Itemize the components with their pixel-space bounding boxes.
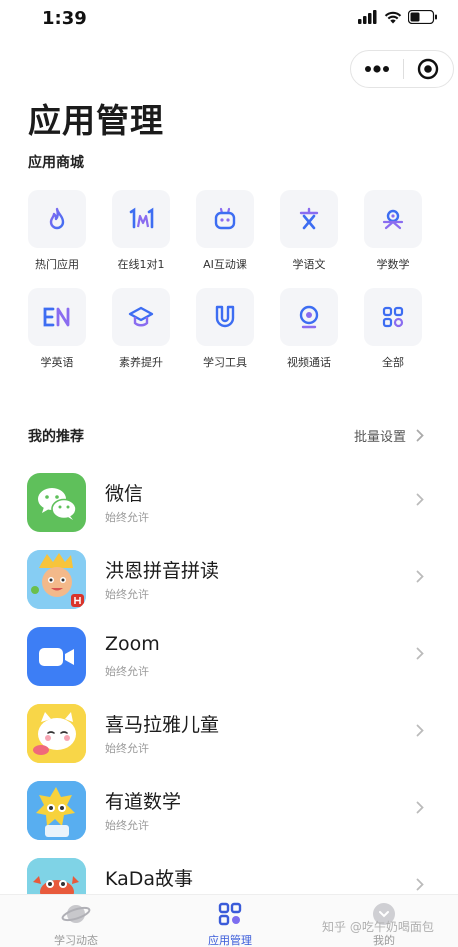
magnet-icon [215,305,235,328]
more-button[interactable] [351,51,403,87]
store-tile [364,190,422,248]
store-tile [196,288,254,346]
robot-icon [214,207,236,230]
app-name: KaDa故事 [105,868,194,890]
app-name: 喜马拉雅儿童 [105,714,220,736]
zoom-icon [27,627,86,686]
store-tile [28,288,86,346]
exit-button[interactable] [403,51,453,87]
app-status: 始终允许 [105,665,149,678]
hongen-pinyin-icon [27,550,86,609]
chevron-right-icon [416,493,424,506]
app-name: 有道数学 [105,791,182,813]
graduation-cap-icon [128,306,154,327]
store-tile [112,288,170,346]
chevron-right-icon [416,570,424,583]
flame-icon [49,207,65,230]
app-row-wechat[interactable]: 微信 始终允许 [0,473,458,543]
chevron-right-icon [416,801,424,814]
store-tile [280,190,338,248]
store-item-label: 学习工具 [203,356,247,369]
store-section-title: 应用商城 [28,155,84,171]
store-item-one-on-one[interactable]: 在线1对1 [110,190,172,272]
math-icon [382,209,404,230]
page-title: 应用管理 [28,101,164,140]
chevron-right-icon [416,647,424,660]
character-icon [299,207,319,230]
store-item-label: 学语文 [292,258,326,271]
tab-learning-feed[interactable]: 学习动态 [26,901,126,947]
store-item-label: 视频通话 [287,356,331,369]
watermark: 知乎 @吃午奶喝面包 [322,920,434,934]
app-name: 洪恩拼音拼读 [105,560,220,582]
chevron-right-icon [416,878,424,891]
store-item-video-call[interactable]: 视频通话 [278,288,340,370]
store-tile [364,288,422,346]
english-icon [43,307,70,327]
store-item-math[interactable]: 学数学 [362,190,424,272]
store-tile [28,190,86,248]
app-name: Zoom [105,633,160,655]
app-row-ximalaya-kids[interactable]: 喜马拉雅儿童 始终允许 [0,704,458,774]
miniprogram-capsule [350,50,454,88]
tab-label: 学习动态 [54,934,98,947]
chevron-right-icon [416,724,424,737]
batch-settings-button[interactable]: 批量设置 [354,426,424,445]
store-item-label: 学英语 [40,356,74,369]
signal-icon [358,10,377,24]
store-tile [280,288,338,346]
youdao-math-icon [27,781,86,840]
store-item-label: 热门应用 [35,258,79,271]
store-item-literacy[interactable]: 素养提升 [110,288,172,370]
ximalaya-kids-icon [27,704,86,763]
recommend-section-title: 我的推荐 [28,429,84,445]
target-circle-icon [418,58,439,80]
status-icons [358,10,438,24]
status-time: 1:39 [42,8,87,29]
one-on-one-icon [129,207,154,229]
apps-grid-icon [218,902,242,926]
app-status: 始终允许 [105,742,149,755]
app-name: 微信 [105,483,144,505]
wechat-icon [27,473,86,532]
more-dots-icon [364,65,389,73]
battery-icon [408,10,437,24]
store-item-all[interactable]: 全部 [362,288,424,370]
planet-icon [61,905,91,923]
app-status: 始终允许 [105,588,149,601]
status-bar: 1:39 [0,0,458,40]
app-row-youdao-math[interactable]: 有道数学 始终允许 [0,781,458,851]
store-item-label: 在线1对1 [117,258,165,271]
store-item-ai-class[interactable]: AI互动课 [194,190,256,272]
store-item-chinese[interactable]: 学语文 [278,190,340,272]
tab-label: 应用管理 [208,934,252,947]
app-status: 始终允许 [105,819,149,832]
webcam-icon [299,305,319,329]
batch-settings-label: 批量设置 [353,430,406,445]
app-row-zoom[interactable]: Zoom 始终允许 [0,627,458,697]
store-item-tools[interactable]: 学习工具 [194,288,256,370]
tab-app-management[interactable]: 应用管理 [180,901,280,947]
store-tile [196,190,254,248]
app-status: 始终允许 [105,511,149,524]
store-item-label: 学数学 [376,258,410,271]
store-item-english[interactable]: 学英语 [26,288,88,370]
app-row-hongen-pinyin[interactable]: 洪恩拼音拼读 始终允许 [0,550,458,620]
wifi-icon [384,11,402,24]
chevron-right-icon [416,429,424,442]
all-apps-icon [382,306,404,328]
store-item-label: 全部 [382,356,404,369]
store-item-hot[interactable]: 热门应用 [26,190,88,272]
store-item-label: AI互动课 [203,258,247,271]
store-tile [112,190,170,248]
store-item-label: 素养提升 [119,356,163,369]
